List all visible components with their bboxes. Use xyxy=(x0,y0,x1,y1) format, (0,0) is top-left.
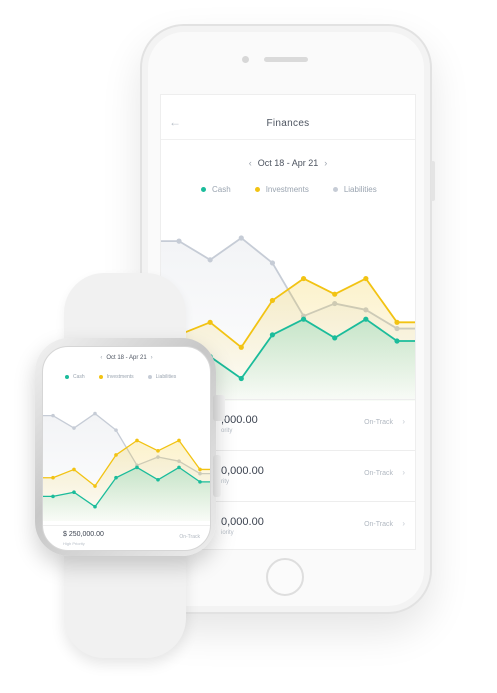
data-point-cash[interactable] xyxy=(51,494,55,499)
legend-label: Cash xyxy=(212,185,231,194)
home-button[interactable] xyxy=(266,558,304,596)
chart-legend: Cash Investments Liabilities xyxy=(201,185,401,194)
watch-date-range-label: Oct 18 - Apr 21 xyxy=(106,355,147,361)
chevron-left-icon[interactable]: ‹ xyxy=(100,355,102,361)
data-point-investments[interactable] xyxy=(177,438,181,443)
data-point-investments[interactable] xyxy=(238,344,244,350)
account-status: On-Track xyxy=(364,470,393,477)
data-point-investments[interactable] xyxy=(72,467,76,472)
data-point-investments[interactable] xyxy=(332,291,338,297)
legend-dot xyxy=(98,375,103,379)
page-title: Finances xyxy=(266,118,310,129)
data-point-cash[interactable] xyxy=(114,475,118,480)
chevron-right-icon: › xyxy=(402,519,405,528)
legend-label: Liabilities xyxy=(343,185,377,194)
data-point-cash[interactable] xyxy=(269,332,276,338)
legend-item-cash[interactable]: Cash xyxy=(65,374,85,380)
data-point-cash[interactable] xyxy=(363,316,369,322)
data-point-investments[interactable] xyxy=(156,449,160,453)
account-priority: iority xyxy=(221,530,234,536)
legend-item-investments[interactable]: Investments xyxy=(98,374,134,380)
data-point-investments[interactable] xyxy=(135,438,139,443)
account-status: On-Track xyxy=(364,521,393,528)
watch-chart-legend: Cash Investments Liabilities xyxy=(65,374,190,380)
watch-account-row-divider xyxy=(43,525,210,526)
legend-item-liabilities[interactable]: Liabilities xyxy=(147,374,177,380)
watch-account-status: On-Track xyxy=(179,534,200,540)
legend-item-investments[interactable]: Investments xyxy=(254,185,309,194)
data-point-cash[interactable] xyxy=(300,316,307,322)
watch-date-range-selector: ‹ Oct 18 - Apr 21 › xyxy=(43,355,210,361)
data-point-liabilities[interactable] xyxy=(114,428,118,432)
front-camera xyxy=(242,56,249,63)
data-point-liabilities[interactable] xyxy=(269,260,276,266)
watch-side-button[interactable] xyxy=(213,455,221,497)
watch-band-bottom xyxy=(64,546,186,658)
account-amount: ,000.00 xyxy=(221,414,258,426)
chevron-right-icon: › xyxy=(402,468,405,477)
data-point-investments[interactable] xyxy=(269,297,276,304)
data-point-cash[interactable] xyxy=(135,465,139,470)
digital-crown[interactable] xyxy=(213,395,225,421)
data-point-cash[interactable] xyxy=(198,480,202,484)
chevron-right-icon[interactable]: › xyxy=(324,158,327,168)
legend-dot xyxy=(201,187,206,192)
data-point-cash[interactable] xyxy=(72,490,76,495)
watch-account-amount[interactable]: $ 250,000.00 xyxy=(63,531,104,538)
data-point-cash[interactable] xyxy=(177,465,181,470)
data-point-investments[interactable] xyxy=(198,467,202,472)
data-point-liabilities[interactable] xyxy=(238,235,244,241)
data-point-liabilities[interactable] xyxy=(207,257,213,263)
data-point-investments[interactable] xyxy=(207,319,213,325)
account-amount: 0,000.00 xyxy=(221,465,264,477)
data-point-liabilities[interactable] xyxy=(72,426,76,430)
date-range-label: Oct 18 - Apr 21 xyxy=(257,158,319,168)
data-point-cash[interactable] xyxy=(156,478,160,482)
data-point-investments[interactable] xyxy=(114,453,118,457)
data-point-investments[interactable] xyxy=(394,319,400,325)
data-point-investments[interactable] xyxy=(51,475,55,480)
account-amount: 0,000.00 xyxy=(221,516,264,528)
data-point-cash[interactable] xyxy=(238,375,244,382)
account-priority: ority xyxy=(221,428,233,434)
watch-screen: ‹ Oct 18 - Apr 21 › Cash Investments Liabi… xyxy=(42,346,211,551)
data-point-investments[interactable] xyxy=(300,275,307,282)
legend-label: Investments xyxy=(106,374,134,380)
data-point-cash[interactable] xyxy=(93,504,97,509)
legend-dot xyxy=(254,187,260,192)
legend-item-cash[interactable]: Cash xyxy=(201,185,231,194)
data-point-liabilities[interactable] xyxy=(176,238,182,244)
data-point-cash[interactable] xyxy=(394,338,400,344)
phone-side-button xyxy=(431,161,435,201)
data-point-investments[interactable] xyxy=(363,275,369,282)
data-point-cash[interactable] xyxy=(332,335,338,341)
data-point-liabilities[interactable] xyxy=(93,411,97,416)
legend-dot xyxy=(65,375,69,379)
legend-item-liabilities[interactable]: Liabilities xyxy=(332,185,377,194)
phone-speaker xyxy=(264,57,308,62)
legend-dot xyxy=(332,187,338,192)
legend-label: Cash xyxy=(73,374,85,380)
legend-label: Investments xyxy=(265,185,309,194)
watch-finance-line-chart xyxy=(43,411,210,521)
account-priority: rity xyxy=(221,479,229,485)
legend-dot xyxy=(147,375,152,379)
chevron-right-icon: › xyxy=(402,417,405,426)
app-header: ← Finances xyxy=(161,95,415,140)
account-status: On-Track xyxy=(364,419,393,426)
data-point-investments[interactable] xyxy=(93,484,97,488)
watch-account-priority: High Priority xyxy=(63,541,85,546)
legend-label: Liabilities xyxy=(155,374,177,380)
chevron-right-icon[interactable]: › xyxy=(151,355,153,361)
data-point-liabilities[interactable] xyxy=(51,413,55,418)
date-range-selector: ‹ Oct 18 - Apr 21 › xyxy=(161,158,415,168)
chevron-left-icon[interactable]: ‹ xyxy=(249,158,252,168)
